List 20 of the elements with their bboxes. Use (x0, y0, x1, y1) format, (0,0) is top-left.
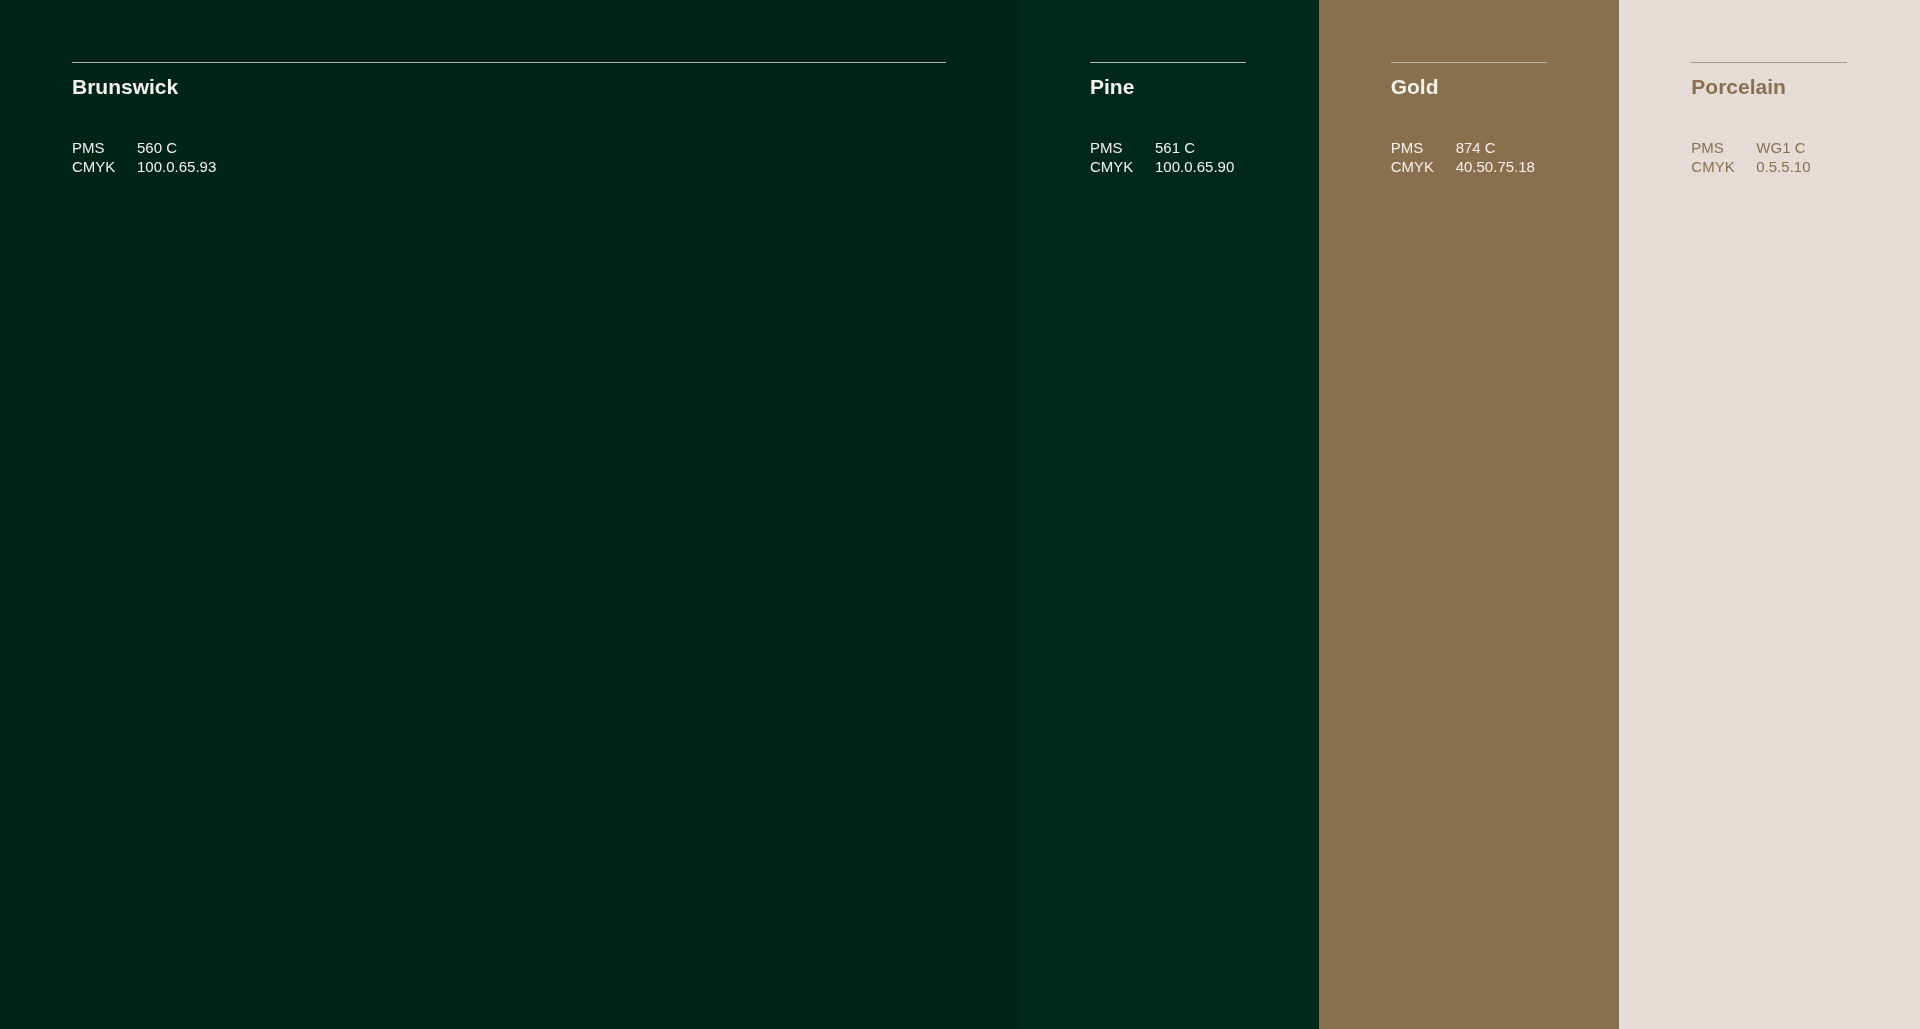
swatch-name: Brunswick (72, 74, 179, 100)
swatch-name: Gold (1390, 74, 1439, 100)
spec-label: PMS (72, 138, 106, 157)
spec-value: 561 C (1155, 138, 1196, 157)
spec-label: CMYK (1691, 157, 1736, 176)
spec-value: 100.0.65.93 (137, 157, 217, 176)
spec-value: 0.5.5.10 (1756, 157, 1811, 176)
spec-value: 100.0.65.90 (1155, 157, 1235, 176)
spec-value: 874 C (1455, 138, 1496, 157)
spec-value: 560 C (137, 138, 178, 157)
swatch-name: Porcelain (1691, 74, 1786, 100)
spec-label: PMS (1090, 138, 1124, 157)
spec-value: WG1 C (1756, 138, 1806, 157)
spec-label: CMYK (1090, 157, 1135, 176)
swatch-name: Pine (1090, 74, 1135, 100)
spec-value: 40.50.75.18 (1455, 157, 1535, 176)
spec-label: CMYK (1390, 157, 1435, 176)
spec-label: PMS (1691, 138, 1725, 157)
spec-label: PMS (1390, 138, 1425, 157)
spec-label: CMYK (72, 157, 117, 176)
